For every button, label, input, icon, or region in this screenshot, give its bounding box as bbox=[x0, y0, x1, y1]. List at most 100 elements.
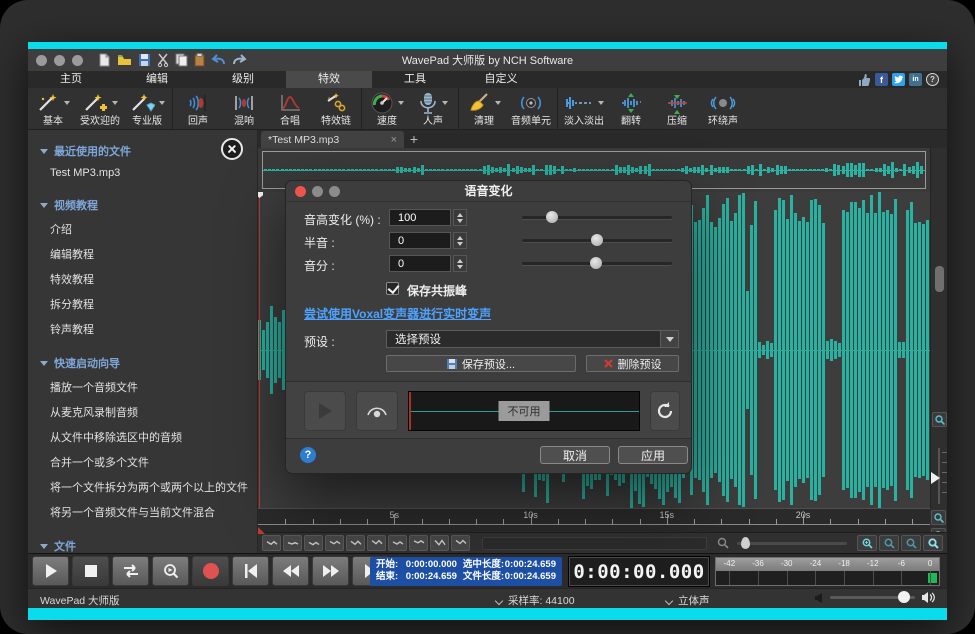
close-tab-icon[interactable]: × bbox=[387, 134, 397, 146]
select-chevron[interactable] bbox=[660, 331, 678, 347]
pitch-change-slider[interactable] bbox=[522, 216, 672, 219]
facebook-icon[interactable]: f bbox=[875, 73, 888, 86]
save-preset-button[interactable]: 保存预设... bbox=[386, 355, 576, 372]
fast-forward-button[interactable] bbox=[312, 556, 349, 586]
cents-handle[interactable] bbox=[590, 257, 602, 269]
stepper-up-icon[interactable] bbox=[457, 236, 463, 240]
linkedin-icon[interactable]: in bbox=[909, 73, 922, 86]
cents-stepper[interactable] bbox=[453, 255, 467, 272]
cents-slider[interactable] bbox=[522, 262, 672, 265]
cents-input[interactable]: 0 bbox=[389, 255, 451, 272]
sidebar-section-header[interactable]: 快速启动向导 bbox=[40, 352, 257, 374]
tab-effects[interactable]: 特效 bbox=[286, 71, 372, 88]
zoom-fit-button[interactable] bbox=[931, 510, 946, 525]
sample-rate-selector[interactable]: 采样率: 44100 bbox=[496, 593, 575, 608]
envelope-tool-button[interactable] bbox=[409, 535, 428, 551]
ribbon-fade-button[interactable]: 淡入淡出 bbox=[560, 90, 608, 129]
stepper-down-icon[interactable] bbox=[457, 265, 463, 269]
ribbon-compress-button[interactable]: 压缩 bbox=[654, 90, 700, 129]
vertical-scrollbar-thumb[interactable] bbox=[935, 266, 944, 292]
playback-cursor[interactable] bbox=[259, 192, 260, 508]
semitones-slider[interactable] bbox=[522, 239, 672, 242]
preview-reset-button[interactable] bbox=[650, 391, 680, 431]
zoom-to-selection-button[interactable] bbox=[901, 535, 921, 551]
wave-edit-tool-button[interactable] bbox=[325, 535, 344, 551]
rewind-button[interactable] bbox=[272, 556, 309, 586]
scrub-track[interactable] bbox=[482, 537, 707, 550]
delete-preset-button[interactable]: 删除预设 bbox=[586, 355, 679, 372]
cursor-handle[interactable] bbox=[258, 192, 263, 198]
ribbon-pro-button[interactable]: 专业版 bbox=[124, 90, 170, 129]
dialog-zoom-button[interactable] bbox=[329, 186, 340, 197]
tab-customize[interactable]: 自定义 bbox=[458, 71, 544, 88]
vertical-zoom-slider[interactable] bbox=[938, 448, 940, 504]
record-button[interactable] bbox=[192, 556, 229, 586]
like-icon[interactable] bbox=[857, 73, 871, 87]
zoom-in-button[interactable] bbox=[857, 535, 877, 551]
semitones-handle[interactable] bbox=[591, 234, 603, 246]
stepper-down-icon[interactable] bbox=[457, 219, 463, 223]
sidebar-item[interactable]: 将另一个音频文件与当前文件混合 bbox=[40, 499, 257, 524]
play-button[interactable] bbox=[32, 556, 69, 586]
semitones-input[interactable]: 0 bbox=[389, 232, 451, 249]
new-tab-button[interactable]: + bbox=[404, 131, 424, 148]
pitch-change-input[interactable]: 100 bbox=[389, 209, 451, 226]
volume-knob[interactable] bbox=[898, 591, 910, 603]
dialog-close-button[interactable] bbox=[295, 186, 306, 197]
ribbon-cleanup-button[interactable]: 清理 bbox=[461, 90, 507, 129]
ribbon-chorus-button[interactable]: 合唱 bbox=[267, 90, 313, 129]
semitones-stepper[interactable] bbox=[453, 232, 467, 249]
pitch-change-stepper[interactable] bbox=[453, 209, 467, 226]
stepper-down-icon[interactable] bbox=[457, 242, 463, 246]
sidebar-item[interactable]: 将一个文件拆分为两个或两个以上的文件 bbox=[40, 474, 257, 499]
scrub-tool-button[interactable] bbox=[304, 535, 323, 551]
help-icon[interactable]: ? bbox=[926, 73, 939, 86]
sidebar-item[interactable]: Test MP3.mp3 bbox=[40, 162, 257, 183]
sidebar-section-header[interactable]: 视频教程 bbox=[40, 194, 257, 216]
sidebar-close-button[interactable] bbox=[221, 138, 243, 160]
sidebar-item[interactable]: 介绍 bbox=[40, 216, 257, 241]
trim-tool-button[interactable] bbox=[388, 535, 407, 551]
zoom-out-button[interactable] bbox=[879, 535, 899, 551]
sidebar-item[interactable]: 合并一个或多个文件 bbox=[40, 449, 257, 474]
go-to-start-button[interactable] bbox=[232, 556, 269, 586]
tab-edit[interactable]: 编辑 bbox=[114, 71, 200, 88]
select-tool-button[interactable] bbox=[262, 535, 281, 551]
preview-play-button[interactable] bbox=[304, 391, 346, 431]
channels-selector[interactable]: 立体声 bbox=[666, 593, 710, 608]
ribbon-basic-button[interactable]: 基本 bbox=[30, 90, 76, 129]
preview-bounce-button[interactable] bbox=[356, 391, 398, 431]
envelope2-tool-button[interactable] bbox=[430, 535, 449, 551]
ribbon-flip-button[interactable]: 翻转 bbox=[608, 90, 654, 129]
document-tab[interactable]: *Test MP3.mp3 × bbox=[261, 131, 404, 148]
volume-slider[interactable] bbox=[830, 596, 915, 599]
sidebar-item[interactable]: 从麦克风录制音频 bbox=[40, 399, 257, 424]
stop-button[interactable] bbox=[72, 556, 109, 586]
dialog-minimize-button[interactable] bbox=[312, 186, 323, 197]
stepper-up-icon[interactable] bbox=[457, 213, 463, 217]
tab-levels[interactable]: 级别 bbox=[200, 71, 286, 88]
vertical-zoom-handle[interactable] bbox=[931, 472, 940, 484]
preserve-formants-checkbox[interactable] bbox=[386, 282, 399, 295]
ribbon-surround-button[interactable]: 环绕声 bbox=[700, 90, 746, 129]
preset-select[interactable]: 选择预设 bbox=[386, 330, 679, 348]
sidebar-item[interactable]: 拆分教程 bbox=[40, 291, 257, 316]
ribbon-voice-button[interactable]: 人声 bbox=[410, 90, 456, 129]
ribbon-audio-unit-button[interactable]: 音频单元 bbox=[507, 90, 555, 129]
dialog-help-button[interactable]: ? bbox=[300, 447, 316, 463]
sidebar-item[interactable]: 特效教程 bbox=[40, 266, 257, 291]
horizontal-zoom-slider[interactable] bbox=[737, 542, 847, 545]
list-tool-button[interactable] bbox=[451, 535, 470, 551]
loop-button[interactable] bbox=[112, 556, 149, 586]
ribbon-echo-button[interactable]: 回声 bbox=[175, 90, 221, 129]
ribbon-fx-chain-button[interactable]: 特效链 bbox=[313, 90, 359, 129]
link-tool-button[interactable] bbox=[367, 535, 386, 551]
sidebar-item[interactable]: 从文件中移除选区中的音频 bbox=[40, 424, 257, 449]
horizontal-zoom-handle[interactable] bbox=[741, 537, 750, 549]
tab-home[interactable]: 主页 bbox=[28, 71, 114, 88]
sidebar-item[interactable]: 播放一个音频文件 bbox=[40, 374, 257, 399]
scrub-button[interactable] bbox=[152, 556, 189, 586]
apply-button[interactable]: 应用 bbox=[618, 446, 688, 464]
ribbon-speed-button[interactable]: 速度 bbox=[364, 90, 410, 129]
time-ruler[interactable]: 5s10s15s20s bbox=[258, 508, 930, 532]
